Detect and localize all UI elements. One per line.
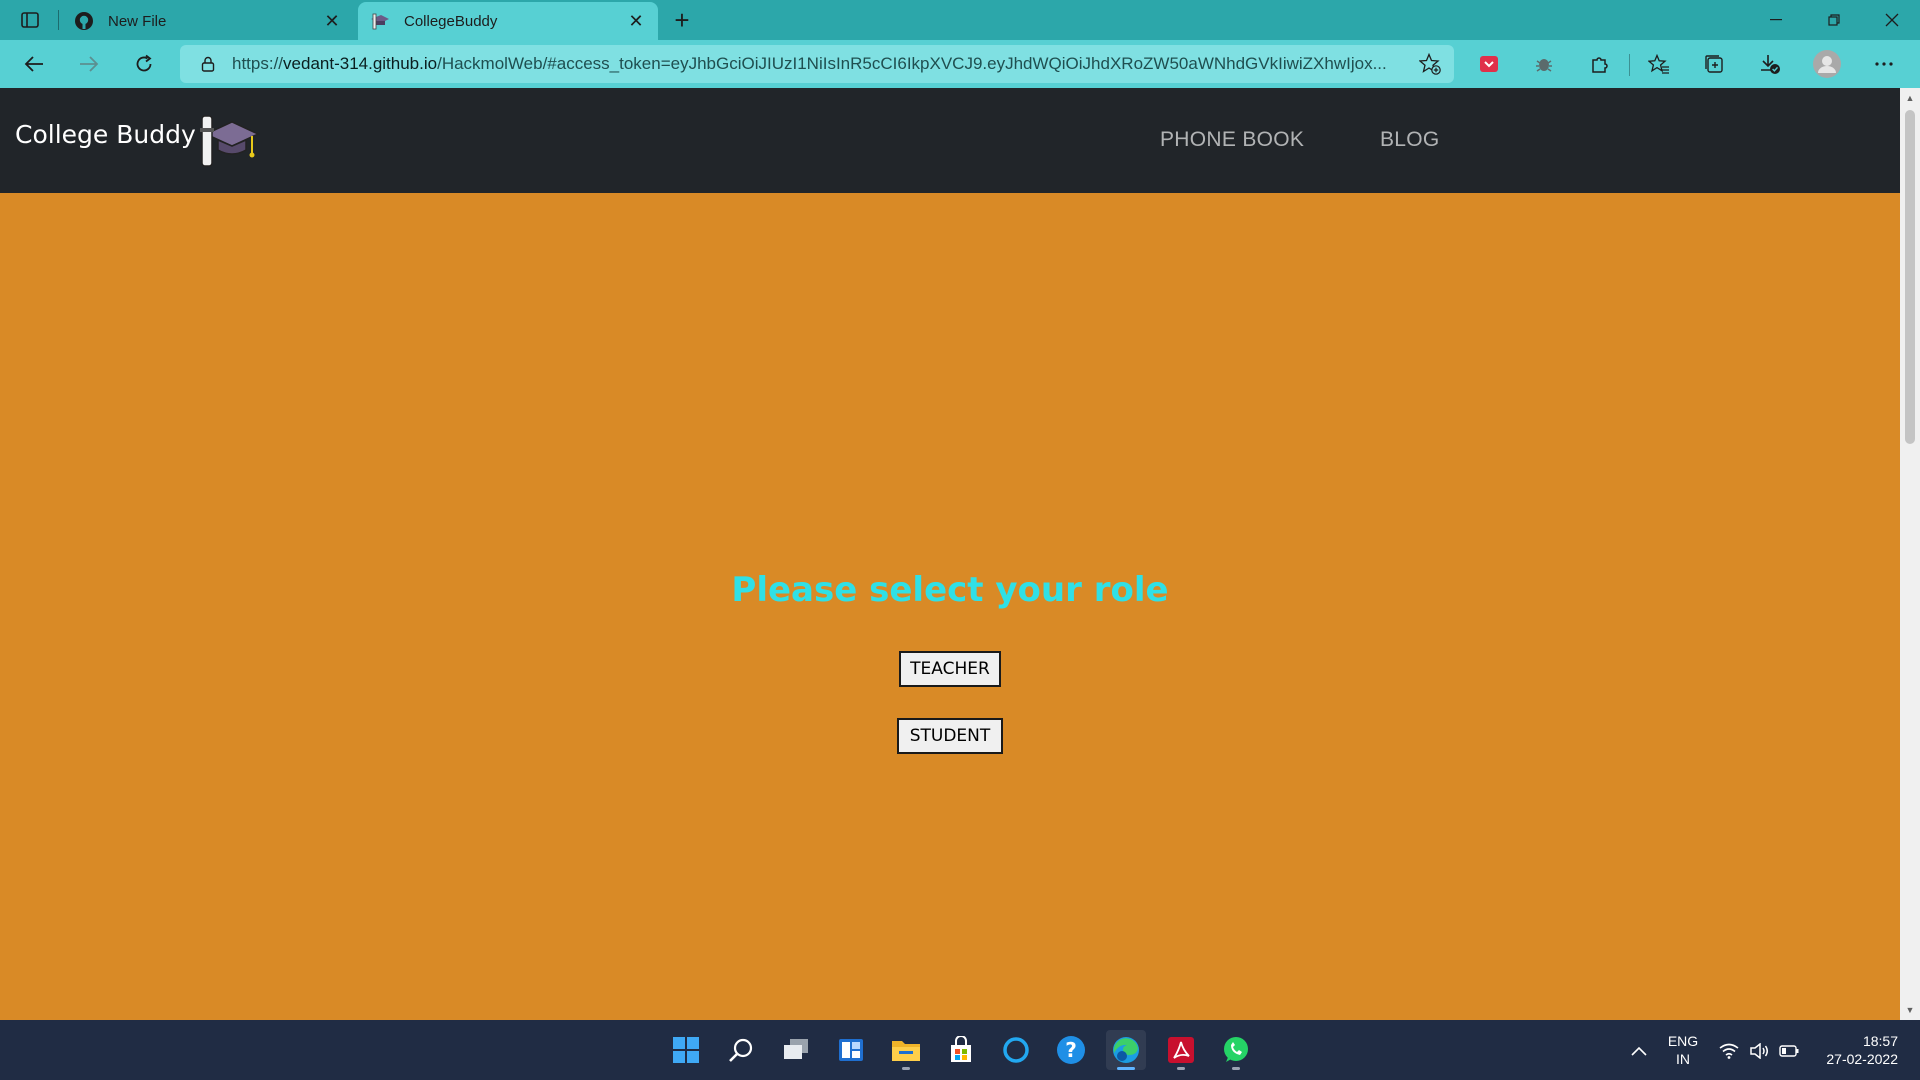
- close-tab-icon[interactable]: ✕: [322, 11, 342, 31]
- forward-arrow-icon[interactable]: [71, 48, 107, 80]
- language-code: ENG: [1667, 1033, 1699, 1049]
- help-icon[interactable]: ?: [1051, 1030, 1091, 1070]
- tab-new-file[interactable]: New File ✕: [62, 2, 354, 40]
- region-code: IN: [1676, 1051, 1690, 1067]
- tab-title: New File: [108, 12, 167, 30]
- tab-collegebuddy[interactable]: CollegeBuddy ✕: [358, 2, 658, 40]
- teacher-button[interactable]: TEACHER: [899, 651, 1001, 687]
- toolbar-separator: [1629, 54, 1630, 76]
- cortana-icon[interactable]: [996, 1030, 1036, 1070]
- restore-icon[interactable]: [1806, 0, 1862, 40]
- refresh-icon[interactable]: [126, 48, 162, 80]
- wifi-icon[interactable]: [1718, 1040, 1740, 1062]
- lock-icon[interactable]: [198, 54, 218, 74]
- favorites-icon[interactable]: [1641, 48, 1677, 80]
- site-navbar: College Buddy PHONE BOOK BLOG: [0, 88, 1900, 193]
- tab-separator: [58, 10, 59, 30]
- volume-icon[interactable]: [1748, 1040, 1770, 1062]
- running-indicator: [1232, 1067, 1240, 1070]
- profile-avatar-icon[interactable]: [1809, 48, 1845, 80]
- pocket-extension-icon[interactable]: [1471, 48, 1507, 80]
- scroll-up-arrow-icon[interactable]: ▲: [1904, 92, 1916, 104]
- active-indicator: [1117, 1067, 1135, 1070]
- whatsapp-icon[interactable]: [1216, 1030, 1256, 1070]
- url-text[interactable]: https://vedant-314.github.io/HackmolWeb/…: [232, 54, 1392, 74]
- scroll-thumb[interactable]: [1905, 110, 1915, 444]
- collections-icon[interactable]: [1696, 48, 1732, 80]
- graduation-cap-icon: [370, 11, 390, 31]
- battery-icon[interactable]: [1778, 1040, 1800, 1062]
- nav-link-blog[interactable]: BLOG: [1380, 128, 1440, 152]
- file-explorer-icon[interactable]: [886, 1030, 926, 1070]
- language-indicator[interactable]: ENG IN: [1664, 1032, 1702, 1068]
- nav-link-phone-book[interactable]: PHONE BOOK: [1160, 128, 1304, 152]
- microsoft-store-icon[interactable]: [941, 1030, 981, 1070]
- edge-icon[interactable]: [1106, 1030, 1146, 1070]
- url-path: /HackmolWeb/#access_token=eyJhbGciOiJIUz…: [437, 54, 1387, 73]
- clock[interactable]: 18:57 27-02-2022: [1812, 1032, 1898, 1068]
- widgets-icon[interactable]: [831, 1030, 871, 1070]
- close-window-icon[interactable]: [1864, 0, 1920, 40]
- add-favorite-icon[interactable]: [1418, 52, 1442, 76]
- new-tab-plus-icon[interactable]: +: [668, 6, 696, 34]
- url-host: vedant-314.github.io: [283, 54, 438, 73]
- more-menu-icon[interactable]: [1866, 48, 1902, 80]
- bug-extension-icon[interactable]: [1526, 48, 1562, 80]
- url-scheme: https://: [232, 54, 284, 73]
- browser-tab-strip: New File ✕ CollegeBuddy ✕ +: [0, 0, 1920, 40]
- back-arrow-icon[interactable]: [16, 48, 52, 80]
- start-icon[interactable]: [666, 1030, 706, 1070]
- address-bar[interactable]: https://vedant-314.github.io/HackmolWeb/…: [180, 45, 1454, 83]
- windows-taskbar: ? ENG IN 18:57 27-02-2022: [0, 1020, 1920, 1080]
- page-scrollbar[interactable]: ▲ ▼: [1900, 88, 1920, 1020]
- github-icon: [74, 11, 94, 31]
- role-selection-section: Please select your role TEACHER STUDENT: [0, 193, 1900, 1020]
- student-button[interactable]: STUDENT: [897, 718, 1003, 754]
- role-heading: Please select your role: [731, 570, 1169, 610]
- extensions-puzzle-icon[interactable]: [1581, 48, 1617, 80]
- chevron-up-icon[interactable]: [1628, 1040, 1650, 1062]
- tab-actions-icon[interactable]: [16, 8, 44, 32]
- browser-toolbar: https://vedant-314.github.io/HackmolWeb/…: [0, 40, 1920, 88]
- scroll-down-arrow-icon[interactable]: ▼: [1904, 1004, 1916, 1016]
- graduation-cap-logo-icon[interactable]: [196, 108, 260, 172]
- svg-text:?: ?: [1065, 1038, 1077, 1062]
- close-tab-icon[interactable]: ✕: [626, 11, 646, 31]
- task-view-icon[interactable]: [776, 1030, 816, 1070]
- clock-date: 27-02-2022: [1826, 1051, 1898, 1067]
- downloads-icon[interactable]: [1752, 48, 1788, 80]
- running-indicator: [902, 1067, 910, 1070]
- running-indicator: [1177, 1067, 1185, 1070]
- brand-title[interactable]: College Buddy: [15, 120, 196, 149]
- search-icon[interactable]: [721, 1030, 761, 1070]
- tab-title: CollegeBuddy: [404, 12, 498, 30]
- minimize-icon[interactable]: [1748, 0, 1804, 40]
- acrobat-icon[interactable]: [1161, 1030, 1201, 1070]
- clock-time: 18:57: [1862, 1033, 1898, 1049]
